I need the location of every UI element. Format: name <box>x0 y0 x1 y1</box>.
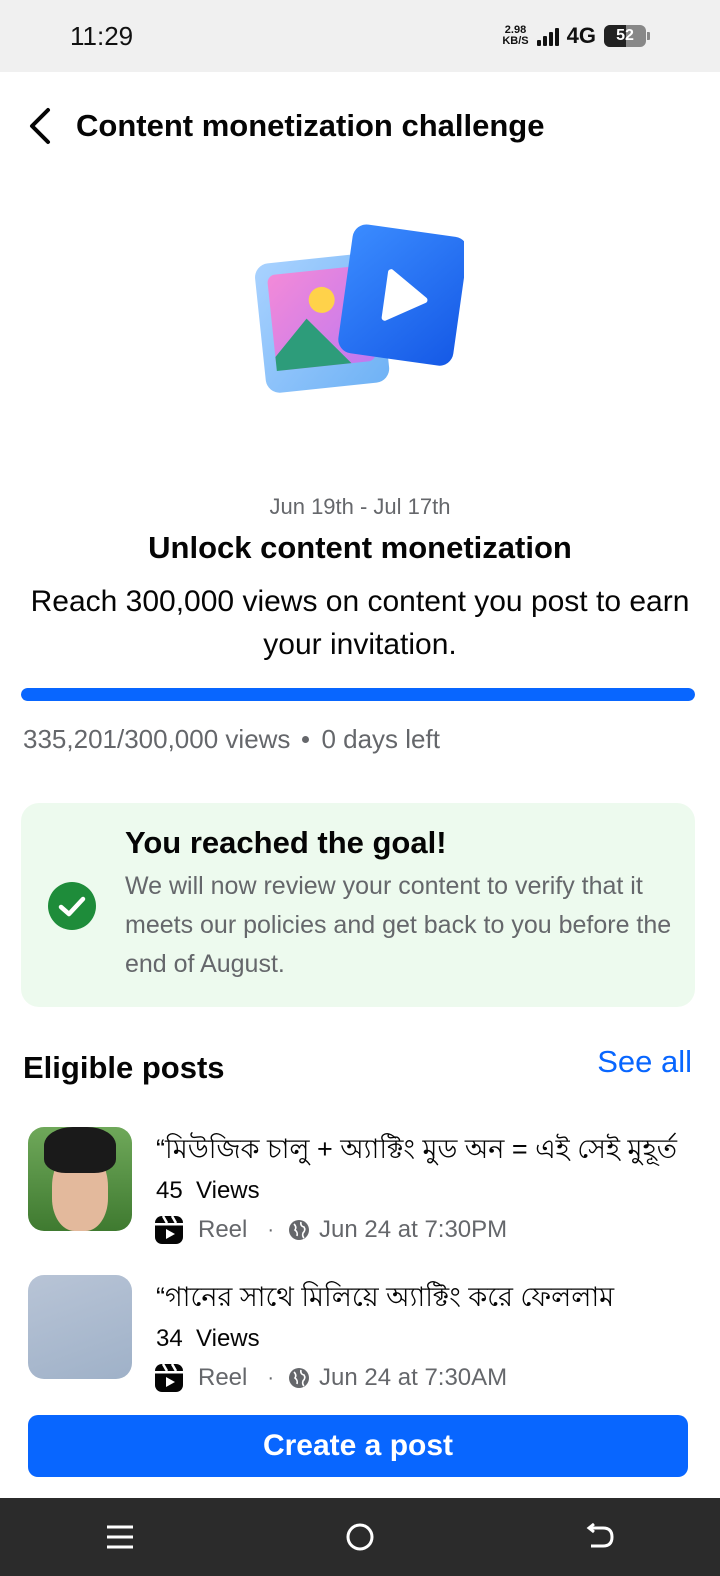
post-date: Jun 24 at 7:30AM <box>319 1364 508 1391</box>
page-title: Content monetization challenge <box>76 108 545 143</box>
system-nav-bar <box>0 1498 720 1576</box>
goal-text: You reached the goal! We will now review… <box>125 825 675 984</box>
battery-icon: 52 <box>604 25 650 47</box>
network-type: 4G <box>566 23 596 48</box>
meta-separator: · <box>267 1218 275 1241</box>
back-button[interactable] <box>20 101 60 151</box>
goal-body: We will now review your content to verif… <box>125 872 672 978</box>
see-all-link[interactable]: See all <box>597 1044 692 1080</box>
back-nav-icon <box>586 1523 614 1548</box>
reel-icon <box>155 1215 183 1244</box>
post-thumbnail <box>28 1127 132 1231</box>
app-header: Content monetization challenge <box>0 72 720 180</box>
home-circle-icon <box>346 1523 374 1551</box>
post-views: 45 Views <box>156 1177 260 1205</box>
progress-stats: 335,201/300,000 views 0 days left <box>23 724 440 755</box>
back-arrow-icon <box>30 108 50 144</box>
goal-title: You reached the goal! <box>125 825 447 860</box>
days-left: 0 days left <box>321 724 440 754</box>
challenge-headline: Unlock content monetization <box>148 530 572 565</box>
post-type: Reel <box>198 1216 248 1243</box>
post-meta: Reel · Jun 24 at 7:30AM <box>154 1363 507 1393</box>
goal-reached-card: You reached the goal! We will now review… <box>21 803 695 1007</box>
post-date: Jun 24 at 7:30PM <box>319 1216 508 1243</box>
status-indicators: 2.98 KB/S 4G 52 <box>502 23 650 49</box>
menu-icon <box>107 1525 133 1549</box>
globe-icon <box>289 1368 310 1388</box>
globe-icon <box>289 1220 310 1240</box>
views-count: 335,201/300,000 views <box>23 724 291 754</box>
progress-bar <box>21 688 695 701</box>
post-views-label: Views <box>196 1177 260 1204</box>
photo-video-icon <box>255 224 468 393</box>
separator-dot <box>302 736 310 743</box>
post-thumbnail <box>28 1275 132 1379</box>
reel-icon <box>155 1363 183 1392</box>
back-nav-button[interactable] <box>560 1507 640 1567</box>
post-caption: “গানের সাথে মিলিয়ে অ্যাক্টিং করে ফেললাম <box>156 1282 615 1312</box>
post-views: 34 Views <box>156 1325 260 1353</box>
network-speed: 2.98 KB/S <box>502 25 528 47</box>
eligible-post-item[interactable]: “গানের সাথে মিলিয়ে অ্যাক্টিং করে ফেললাম… <box>0 1275 720 1405</box>
challenge-date-range: Jun 19th - Jul 17th <box>269 494 451 519</box>
post-caption: “মিউজিক চালু + অ্যাক্টিং মুড অন = এই সেই… <box>156 1134 677 1164</box>
post-views-count: 45 <box>156 1177 183 1204</box>
post-meta: Reel · Jun 24 at 7:30PM <box>154 1215 507 1245</box>
home-nav-button[interactable] <box>320 1507 400 1567</box>
eligible-post-item[interactable]: “মিউজিক চালু + অ্যাক্টিং মুড অন = এই সেই… <box>0 1127 720 1257</box>
progress-bar-fill <box>21 688 695 701</box>
battery-level: 52 <box>616 27 634 44</box>
create-post-button[interactable]: Create a post <box>28 1415 688 1477</box>
post-views-label: Views <box>196 1325 260 1352</box>
status-time: 11:29 <box>70 20 134 51</box>
challenge-description: Reach 300,000 views on content you post … <box>30 585 690 661</box>
post-type: Reel <box>198 1364 248 1391</box>
signal-icon <box>536 26 559 46</box>
network-speed-unit: KB/S <box>502 35 529 47</box>
eligible-posts-title: Eligible posts <box>23 1050 225 1085</box>
menu-nav-button[interactable] <box>80 1507 160 1567</box>
meta-separator: · <box>267 1366 275 1389</box>
post-views-count: 34 <box>156 1325 183 1352</box>
status-bar: 11:29 2.98 KB/S 4G 52 <box>0 0 720 72</box>
media-illustration <box>252 222 468 402</box>
check-circle-icon <box>48 882 96 930</box>
